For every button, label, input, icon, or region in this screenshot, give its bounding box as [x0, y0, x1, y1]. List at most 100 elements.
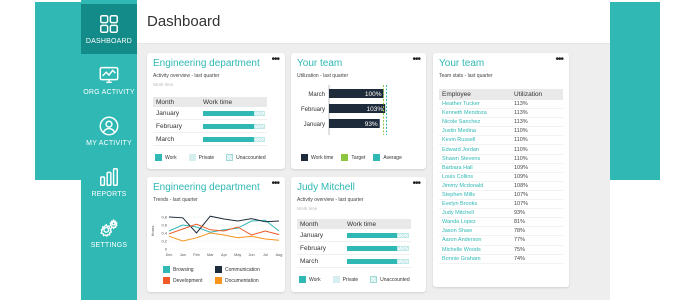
employee-name-link[interactable]: Jimmy Mcdonald — [439, 183, 514, 189]
employee-name-link[interactable]: Stephen Mills — [439, 192, 514, 198]
employee-table: Employee Utilization Heather Tucker 113% K… — [439, 89, 563, 264]
card-menu-button[interactable]: ••• — [555, 54, 563, 65]
table-row[interactable]: Louis Collins 109% — [439, 173, 563, 182]
dashboard-content: Engineering department ••• Activity over… — [137, 44, 610, 300]
table-row[interactable]: Jimmy Mcdonald 108% — [439, 182, 563, 191]
work-fill — [203, 123, 255, 129]
utilization-cell: 110% — [514, 137, 528, 144]
legend: Browsing Communication Development Docum… — [163, 266, 283, 284]
employee-name-link[interactable]: Nicole Sanchez — [439, 119, 514, 125]
employee-name-link[interactable]: Justin Medina — [439, 128, 514, 134]
card-menu-button[interactable]: ••• — [412, 178, 420, 189]
table-row[interactable]: Heather Tucker 113% — [439, 100, 563, 110]
table-header: Month Work time — [153, 97, 267, 107]
x-tick-label: Jun — [248, 253, 254, 257]
employee-name-link[interactable]: Barbara Hall — [439, 165, 514, 171]
table-row[interactable]: Bonnie Graham 74% — [439, 255, 563, 264]
table-row[interactable]: Aaron Anderson 77% — [439, 236, 563, 246]
work-time-bar — [203, 110, 265, 116]
nav-reports[interactable]: REPORTS — [81, 157, 137, 207]
employee-name-link[interactable]: Edward Jordan — [439, 147, 514, 153]
utilization-cell: 109% — [514, 164, 529, 171]
table-row[interactable]: Stephen Mills 107% — [439, 191, 563, 201]
nav-my-activity-label: MY ACTIVITY — [86, 140, 132, 147]
legend-item-private: Private — [332, 276, 358, 283]
utilization-cell: 107% — [514, 191, 529, 198]
table-row[interactable]: Michelle Woods 75% — [439, 246, 563, 255]
table-row[interactable]: February — [297, 242, 411, 255]
unaccounted-fill — [396, 258, 409, 264]
work-time-bar — [203, 123, 265, 129]
x-tick-label: Apr — [221, 253, 228, 257]
month-cell: January — [300, 231, 324, 239]
legend-item-communication: Communication — [215, 266, 275, 273]
employee-name-link[interactable]: Shawn Stevens — [439, 156, 514, 162]
table-row[interactable]: Shawn Stevens 110% — [439, 155, 563, 164]
employee-name-link[interactable]: Kevin Russell — [439, 137, 514, 143]
y-tick-label: 0.2 — [161, 239, 167, 244]
table-row[interactable]: Wanda Lopez 81% — [439, 218, 563, 228]
bar-chart-icon — [100, 168, 118, 186]
month-cell: February — [156, 122, 183, 130]
trends-line-chart: Hours 0.8 0.6 0.4 0.2 0Dec Jan Feb Mar Apr May Jun J… — [150, 215, 282, 258]
table-row[interactable]: March — [297, 255, 411, 268]
sidebar: DASHBOARD ORG ACTIVITY MY ACTIVITY REPOR… — [81, 0, 137, 300]
table-row[interactable]: Kevin Russell 110% — [439, 136, 563, 146]
nav-org-activity[interactable]: ORG ACTIVITY — [81, 55, 137, 105]
card-team-utilization: Your team ••• Utilization - last quarter… — [291, 53, 426, 169]
employee-name-link[interactable]: Bonnie Graham — [439, 256, 514, 262]
nav-dashboard[interactable]: DASHBOARD — [81, 4, 137, 54]
series-line-browsing — [168, 219, 280, 233]
dashboard-icon — [100, 15, 118, 33]
table-row[interactable]: Evelyn Brooks 107% — [439, 200, 563, 210]
employee-name-link[interactable]: Jason Shaw — [439, 228, 514, 234]
table-row[interactable]: Nicole Sanchez 113% — [439, 118, 563, 128]
legend-item-unaccounted: Unaccounted — [226, 154, 266, 161]
table-row[interactable]: Kenneth Mendoza 113% — [439, 109, 563, 119]
employee-name-link[interactable]: Kenneth Mendoza — [439, 110, 514, 116]
month-cell: February — [300, 244, 327, 252]
nav-my-activity[interactable]: MY ACTIVITY — [81, 106, 137, 156]
table-row[interactable]: Judy Mitchell 93% — [439, 209, 563, 219]
unaccounted-fill — [254, 136, 265, 142]
employee-name-link[interactable]: Evelyn Brooks — [439, 201, 514, 207]
utilization-cell: 113% — [514, 101, 528, 108]
nav-settings[interactable]: SETTINGS — [81, 208, 137, 258]
table-row[interactable]: January — [153, 107, 267, 120]
utilization-cell: 110% — [514, 155, 528, 162]
table-row[interactable]: February — [153, 120, 267, 133]
card-menu-button[interactable]: ••• — [412, 54, 420, 65]
card-menu-button[interactable]: ••• — [271, 54, 279, 65]
x-tick-label: Mar — [207, 253, 214, 257]
employee-name-link[interactable]: Aaron Anderson — [439, 237, 514, 243]
table-row[interactable]: Jason Shaw 78% — [439, 227, 563, 237]
employee-name-link[interactable]: Wanda Lopez — [439, 219, 514, 225]
table-header: Employee Utilization — [439, 89, 563, 100]
table-row[interactable]: March — [153, 133, 267, 146]
y-tick-label: 0 — [165, 247, 168, 252]
card-menu-button[interactable]: ••• — [271, 178, 279, 189]
data-label: 103% — [367, 106, 384, 113]
data-label: 93% — [365, 121, 378, 128]
table-row[interactable]: Barbara Hall 109% — [439, 164, 563, 173]
employee-name-link[interactable]: Louis Collins — [439, 174, 514, 180]
table-row[interactable]: Edward Jordan 110% — [439, 145, 563, 155]
work-fill — [203, 136, 255, 142]
legend-item-private: Private — [188, 154, 214, 161]
x-tick-label: Feb — [193, 253, 200, 257]
legend-item-browsing: Browsing — [163, 266, 215, 273]
x-tick-label: Dec — [166, 253, 173, 257]
user-icon — [99, 116, 119, 136]
employee-name-link[interactable]: Heather Tucker — [439, 101, 514, 107]
employee-name-link[interactable]: Judy Mitchell — [439, 210, 514, 216]
table-row[interactable]: Justin Medina 110% — [439, 127, 563, 137]
app-window: DASHBOARD ORG ACTIVITY MY ACTIVITY REPOR… — [0, 0, 694, 300]
utilization-cell: 81% — [514, 219, 526, 226]
x-tick-label: May — [234, 253, 241, 257]
employee-name-link[interactable]: Michelle Woods — [439, 247, 514, 253]
card-title: Engineering department — [153, 182, 260, 193]
month-cell: January — [156, 109, 180, 117]
table-row[interactable]: January — [297, 229, 411, 242]
x-tick-label: Jul — [263, 253, 268, 257]
category-label: March — [308, 92, 325, 98]
